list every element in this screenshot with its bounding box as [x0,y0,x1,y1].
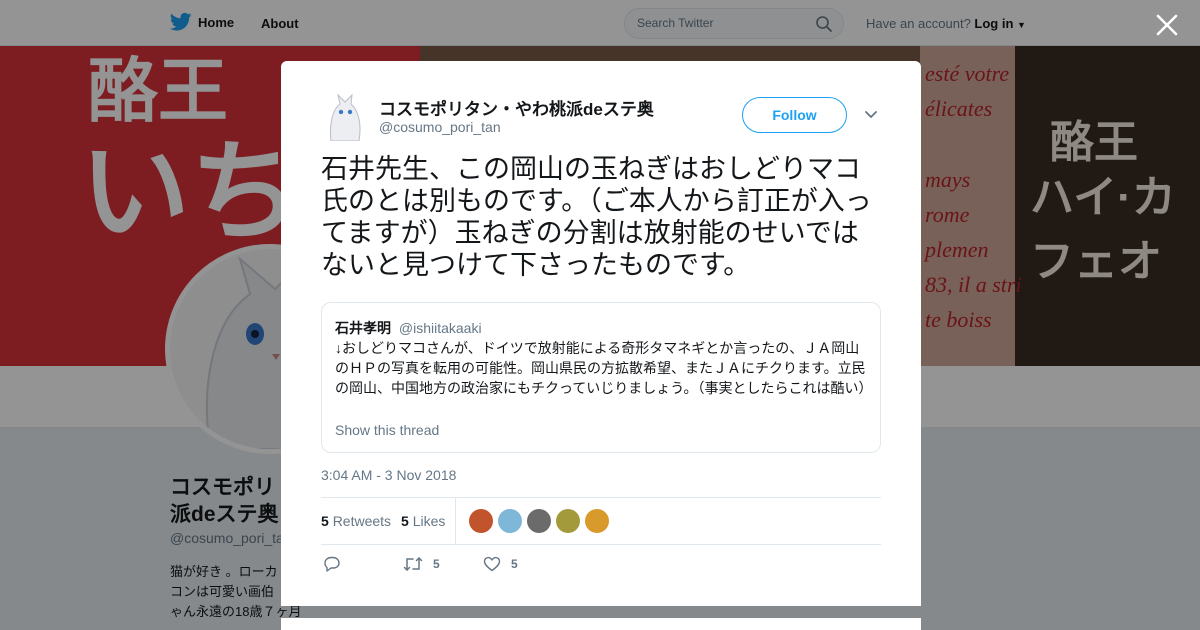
likes-count: 5 [401,513,409,529]
liker-avatar[interactable] [585,509,609,533]
tweet-modal: コスモポリタン・やわ桃派deステ奥 @cosumo_pori_tan Follo… [281,61,921,606]
reply-button[interactable] [323,555,341,573]
next-panel-edge [281,618,921,630]
retweet-button[interactable]: 5 [403,555,440,573]
likes-stat[interactable]: 5 Likes [401,513,445,529]
author-avatar[interactable] [325,93,365,142]
heart-icon [483,556,501,572]
show-thread-link[interactable]: Show this thread [335,422,439,438]
author-handle[interactable]: @cosumo_pori_tan [379,119,501,135]
quoted-tweet-text: ↓おしどりマコさんが、ドイツで放射能による奇形タマネギとか言ったの、ＪＡ岡山のＨ… [335,340,873,396]
author-name[interactable]: コスモポリタン・やわ桃派deステ奥 [379,95,654,120]
follow-button[interactable]: Follow [742,97,847,133]
like-button[interactable]: 5 [483,555,518,573]
close-icon[interactable] [1154,12,1180,38]
tweet-text: 石井先生、この岡山の玉ねぎはおしどりマコ氏のとは別ものです。（ご本人から訂正が入… [321,154,872,280]
quoted-author-name: 石井孝明 [335,320,391,336]
stats-divider [455,498,456,544]
liker-avatars [469,509,609,533]
retweets-stat[interactable]: 5 Retweets [321,513,391,529]
retweets-label: Retweets [332,513,392,529]
tweet-timestamp[interactable]: 3:04 AM - 3 Nov 2018 [321,467,456,483]
cat-avatar-icon [325,93,365,142]
liker-avatar[interactable] [469,509,493,533]
tweet-actions: 5 5 [321,555,881,579]
chevron-down-icon[interactable] [863,107,879,123]
retweets-count: 5 [321,513,329,529]
liker-avatar[interactable] [527,509,551,533]
quoted-tweet-header: 石井孝明 @ishiitakaaki [335,318,482,338]
like-action-count: 5 [511,557,518,571]
liker-avatar[interactable] [498,509,522,533]
retweet-icon [403,556,423,572]
likes-label: Likes [412,513,446,529]
retweet-action-count: 5 [433,557,440,571]
quoted-author-handle: @ishiitakaaki [398,320,482,336]
quoted-tweet[interactable]: 石井孝明 @ishiitakaaki ↓おしどりマコさんが、ドイツで放射能による… [321,302,881,453]
tweet-stats: 5 Retweets 5 Likes [321,497,881,545]
reply-icon [324,556,340,572]
liker-avatar[interactable] [556,509,580,533]
